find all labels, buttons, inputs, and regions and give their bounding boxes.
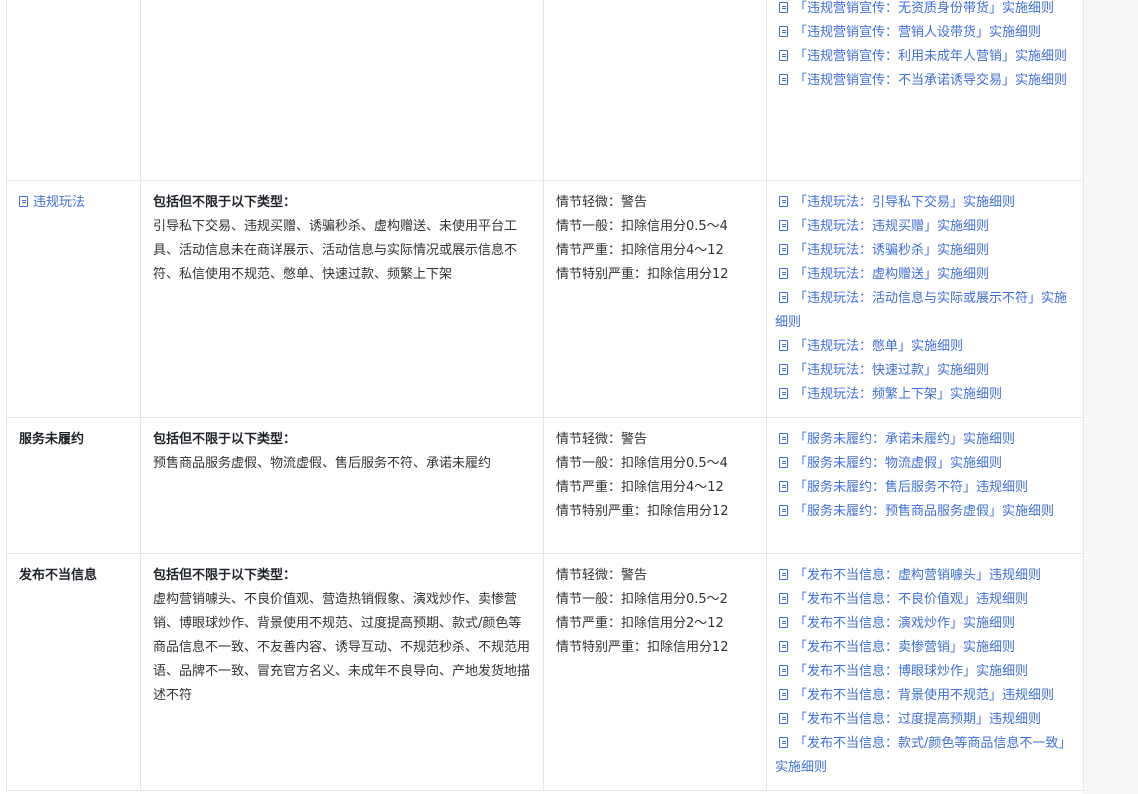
rule-link[interactable]: 「违规玩法：频繁上下架」实施细则 [775,383,1071,407]
type-cell: 服务未履约 [6,417,141,554]
document-icon [779,196,788,207]
rules-cell: 「违规营销宣传：无资质身份带货」实施细则 「违规营销宣传：营销人设带货」实施细则… [766,0,1084,181]
rule-link[interactable]: 「服务未履约：售后服务不符」违规细则 [775,476,1071,500]
document-icon [779,74,788,85]
document-icon [779,457,788,468]
table-row: 「违规营销宣传：无资质身份带货」实施细则 「违规营销宣传：营销人设带货」实施细则… [6,0,1084,181]
rules-table: 「违规营销宣传：无资质身份带货」实施细则 「违规营销宣传：营销人设带货」实施细则… [6,0,1084,791]
document-icon [779,2,788,13]
document-icon [779,26,788,37]
description-text: 引导私下交易、违规买赠、诱骗秒杀、虚构赠送、未使用平台工具、活动信息未在商详展示… [153,219,518,282]
document-icon [779,268,788,279]
rule-link[interactable]: 「违规营销宣传：无资质身份带货」实施细则 [775,0,1071,21]
document-icon [779,593,788,604]
rule-link[interactable]: 「发布不当信息：款式/颜色等商品信息不一致」实施细则 [775,732,1071,780]
rule-link[interactable]: 「服务未履约：预售商品服务虚假」实施细则 [775,500,1071,524]
document-icon [779,689,788,700]
document-icon [779,713,788,724]
description-cell [140,0,544,181]
rule-link[interactable]: 「违规玩法：虚构赠送」实施细则 [775,263,1071,287]
penalty-cell [543,0,767,181]
rule-link[interactable]: 「违规玩法：憋单」实施细则 [775,335,1071,359]
description-header: 包括但不限于以下类型： [153,432,297,447]
rule-link[interactable]: 「违规营销宣传：利用未成年人营销」实施细则 [775,45,1071,69]
penalty-line: 情节一般：扣除信用分0.5～2 [556,592,728,607]
rule-link[interactable]: 「发布不当信息：演戏炒作」实施细则 [775,612,1071,636]
rules-cell: 「违规玩法：引导私下交易」实施细则 「违规玩法：违规买赠」实施细则 「违规玩法：… [766,180,1084,418]
rule-link[interactable]: 「服务未履约：物流虚假」实施细则 [775,452,1071,476]
document-icon [19,196,28,207]
rule-link[interactable]: 「违规玩法：诱骗秒杀」实施细则 [775,239,1071,263]
rule-link[interactable]: 「违规玩法：引导私下交易」实施细则 [775,191,1071,215]
document-icon [779,292,788,303]
document-icon [779,617,788,628]
description-cell: 包括但不限于以下类型： 引导私下交易、违规买赠、诱骗秒杀、虚构赠送、未使用平台工… [140,180,544,418]
rules-cell: 「服务未履约：承诺未履约」实施细则 「服务未履约：物流虚假」实施细则 「服务未履… [766,417,1084,554]
type-name: 服务未履约 [19,432,85,447]
penalty-cell: 情节轻微：警告 情节一般：扣除信用分0.5～2 情节严重：扣除信用分2～12 情… [543,553,767,791]
description-text: 预售商品服务虚假、物流虚假、售后服务不符、承诺未履约 [153,456,492,471]
table-row: 违规玩法 包括但不限于以下类型： 引导私下交易、违规买赠、诱骗秒杀、虚构赠送、未… [6,180,1084,418]
document-icon [779,737,788,748]
rule-link[interactable]: 「发布不当信息：虚构营销噱头」违规细则 [775,564,1071,588]
penalty-line: 情节轻微：警告 [556,568,648,583]
rule-link[interactable]: 「违规玩法：活动信息与实际或展示不符」实施细则 [775,287,1071,335]
penalty-line: 情节特别严重：扣除信用分12 [556,640,729,655]
penalty-line: 情节特别严重：扣除信用分12 [556,267,729,282]
description-text: 虚构营销噱头、不良价值观、营造热销假象、演戏炒作、卖惨营销、博眼球炒作、背景使用… [153,592,531,703]
penalty-line: 情节严重：扣除信用分2～12 [556,616,724,631]
rule-link[interactable]: 「发布不当信息：背景使用不规范」违规细则 [775,684,1071,708]
document-icon [779,569,788,580]
rule-link[interactable]: 「服务未履约：承诺未履约」实施细则 [775,428,1071,452]
type-link[interactable]: 违规玩法 [19,195,85,210]
type-name: 发布不当信息 [19,568,98,583]
description-cell: 包括但不限于以下类型： 预售商品服务虚假、物流虚假、售后服务不符、承诺未履约 [140,417,544,554]
document-icon [779,220,788,231]
type-cell: 违规玩法 [6,180,141,418]
rule-link[interactable]: 「违规玩法：快速过款」实施细则 [775,359,1071,383]
type-cell: 发布不当信息 [6,553,141,791]
document-icon [779,364,788,375]
rule-link[interactable]: 「发布不当信息：不良价值观」违规细则 [775,588,1071,612]
penalty-line: 情节轻微：警告 [556,195,648,210]
document-icon [779,50,788,61]
document-icon [779,388,788,399]
penalty-line: 情节一般：扣除信用分0.5～4 [556,219,728,234]
penalty-cell: 情节轻微：警告 情节一般：扣除信用分0.5～4 情节严重：扣除信用分4～12 情… [543,417,767,554]
document-icon [779,481,788,492]
rule-link[interactable]: 「违规营销宣传：营销人设带货」实施细则 [775,21,1071,45]
description-header: 包括但不限于以下类型： [153,195,297,210]
description-header: 包括但不限于以下类型： [153,568,297,583]
rule-link[interactable]: 「违规营销宣传：不当承诺诱导交易」实施细则 [775,69,1071,93]
penalty-cell: 情节轻微：警告 情节一般：扣除信用分0.5～4 情节严重：扣除信用分4～12 情… [543,180,767,418]
penalty-line: 情节严重：扣除信用分4～12 [556,243,724,258]
description-cell: 包括但不限于以下类型： 虚构营销噱头、不良价值观、营造热销假象、演戏炒作、卖惨营… [140,553,544,791]
document-icon [779,433,788,444]
rule-link[interactable]: 「发布不当信息：卖惨营销」实施细则 [775,636,1071,660]
penalty-line: 情节一般：扣除信用分0.5～4 [556,456,728,471]
document-icon [779,641,788,652]
scrollbar-track[interactable] [1083,0,1138,794]
rule-link[interactable]: 「发布不当信息：过度提高预期」违规细则 [775,708,1071,732]
document-icon [779,505,788,516]
table-row: 发布不当信息 包括但不限于以下类型： 虚构营销噱头、不良价值观、营造热销假象、演… [6,553,1084,791]
penalty-line: 情节轻微：警告 [556,432,648,447]
rule-link[interactable]: 「违规玩法：违规买赠」实施细则 [775,215,1071,239]
rule-link[interactable]: 「发布不当信息：博眼球炒作」实施细则 [775,660,1071,684]
document-icon [779,665,788,676]
table-row: 服务未履约 包括但不限于以下类型： 预售商品服务虚假、物流虚假、售后服务不符、承… [6,417,1084,554]
penalty-line: 情节严重：扣除信用分4～12 [556,480,724,495]
document-icon [779,244,788,255]
rules-cell: 「发布不当信息：虚构营销噱头」违规细则 「发布不当信息：不良价值观」违规细则 「… [766,553,1084,791]
type-cell [6,0,141,181]
document-icon [779,340,788,351]
penalty-line: 情节特别严重：扣除信用分12 [556,504,729,519]
